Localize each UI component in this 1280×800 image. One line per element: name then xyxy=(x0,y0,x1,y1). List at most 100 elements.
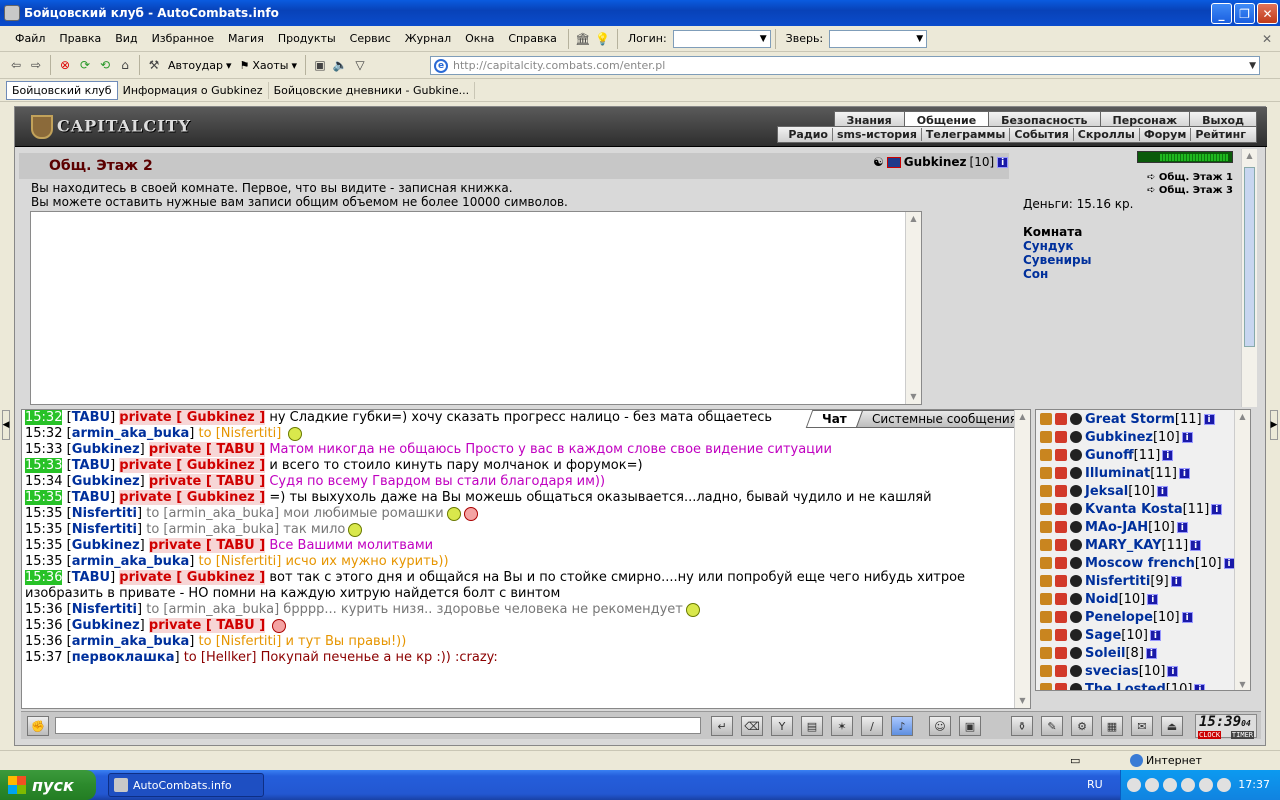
private-tag[interactable]: private [ Gubkinez ] xyxy=(119,490,266,505)
menu-edit[interactable]: Правка xyxy=(52,32,108,45)
fist-icon[interactable]: ✊ xyxy=(27,716,49,736)
to-recipient[interactable]: armin_aka_buka xyxy=(168,506,274,521)
souvenirs-link[interactable]: Сувениры xyxy=(1023,253,1092,267)
user-list-item[interactable]: Jeksal [10] i xyxy=(1036,482,1250,500)
image-icon[interactable]: ▣ xyxy=(959,716,981,736)
to-tag[interactable]: to [Nisfertiti] xyxy=(199,426,282,441)
beast-select[interactable]: ▼ xyxy=(829,29,928,48)
nick[interactable]: первоклашка xyxy=(72,650,175,665)
timestamp[interactable]: 15:36 xyxy=(25,602,62,617)
private-icon[interactable] xyxy=(1040,557,1052,569)
nick[interactable]: Nisfertiti xyxy=(72,522,137,537)
bulb-icon[interactable]: 💡 xyxy=(593,29,613,49)
tab-chat[interactable]: Чат xyxy=(806,410,864,428)
notebook-scrollbar[interactable]: ▲ ▼ xyxy=(905,212,921,404)
smiley-icon[interactable]: ☺ xyxy=(929,716,951,736)
info-icon[interactable]: i xyxy=(1194,683,1206,690)
nav-rating[interactable]: Рейтинг xyxy=(1191,128,1250,141)
tab-system-messages[interactable]: Системные сообщения xyxy=(855,410,1030,428)
menu-view[interactable]: Вид xyxy=(108,32,144,45)
to-tag[interactable]: to [armin_aka_buka] xyxy=(146,522,279,537)
refresh-all-icon[interactable]: ⟲ xyxy=(95,55,115,75)
private-icon[interactable] xyxy=(1040,503,1052,515)
private-tag[interactable]: private [ Gubkinez ] xyxy=(119,570,266,585)
to-recipient[interactable]: armin_aka_buka xyxy=(168,522,274,537)
info-icon[interactable]: i xyxy=(1170,575,1182,587)
image-icon[interactable]: ▣ xyxy=(310,55,330,75)
quill-icon[interactable]: ✎ xyxy=(1041,716,1063,736)
language-indicator[interactable]: RU xyxy=(1087,778,1103,791)
eraser-icon[interactable]: ⌫ xyxy=(741,716,763,736)
nick[interactable]: TABU xyxy=(72,410,110,425)
user-name[interactable]: The Losted xyxy=(1085,682,1166,691)
filter-icon[interactable]: Y xyxy=(771,716,793,736)
chat-input[interactable] xyxy=(55,717,701,734)
nav-telegrams[interactable]: Телеграммы xyxy=(922,128,1011,141)
task-autocombats[interactable]: AutoCombats.info xyxy=(108,773,264,797)
page-scrollbar[interactable]: ▲ xyxy=(1241,149,1257,407)
to-recipient[interactable]: armin_aka_buka xyxy=(168,602,274,617)
info-icon[interactable]: i xyxy=(1203,413,1215,425)
private-tag[interactable]: private [ Gubkinez ] xyxy=(119,410,266,425)
music-icon[interactable]: ♪ xyxy=(891,716,913,736)
private-icon[interactable] xyxy=(1040,485,1052,497)
tray-icon[interactable] xyxy=(1181,778,1195,792)
timestamp[interactable]: 15:36 xyxy=(25,618,62,633)
timestamp[interactable]: 15:36 xyxy=(25,570,63,585)
nick[interactable]: TABU xyxy=(72,570,110,585)
close-button[interactable]: ✕ xyxy=(1257,3,1278,24)
info-icon[interactable]: i xyxy=(1190,539,1202,551)
private-tag[interactable]: private [ TABU ] xyxy=(148,442,266,457)
private-icon[interactable] xyxy=(1040,431,1052,443)
sound-icon[interactable]: 🔈 xyxy=(330,55,350,75)
menu-favorites[interactable]: Избранное xyxy=(145,32,221,45)
timestamp[interactable]: 15:34 xyxy=(25,474,62,489)
menu-service[interactable]: Сервис xyxy=(343,32,398,45)
tools-icon[interactable]: ⚒ xyxy=(144,55,164,75)
user-name[interactable]: Kvanta Kosta xyxy=(1085,502,1183,517)
timestamp[interactable]: 15:32 xyxy=(25,410,63,425)
to-tag[interactable]: to [Nisfertiti] xyxy=(199,554,282,569)
to-recipient[interactable]: Nisfertiti xyxy=(221,634,276,649)
private-icon[interactable] xyxy=(1040,665,1052,677)
user-list-item[interactable]: svecias [10] i xyxy=(1036,662,1250,680)
tab-diaries[interactable]: Бойцовские дневники - Gubkine... xyxy=(269,82,476,99)
info-icon[interactable]: i xyxy=(1211,503,1223,515)
nick[interactable]: Gubkinez xyxy=(72,442,140,457)
tray-icon[interactable] xyxy=(1199,778,1213,792)
user-name[interactable]: Sage xyxy=(1085,628,1121,643)
user-list-item[interactable]: Penelope [10] i xyxy=(1036,608,1250,626)
timestamp[interactable]: 15:35 xyxy=(25,522,62,537)
to-tag[interactable]: to [armin_aka_buka] xyxy=(146,602,279,617)
right-collapse-arrow[interactable]: ▶ xyxy=(1270,410,1278,440)
info-icon[interactable]: i xyxy=(1156,485,1168,497)
menu-journal[interactable]: Журнал xyxy=(398,32,458,45)
left-collapse-arrow[interactable]: ◀ xyxy=(2,410,10,440)
private-recipient[interactable]: TABU xyxy=(216,538,255,553)
user-list-item[interactable]: MARY_KAY [11] i xyxy=(1036,536,1250,554)
user-name[interactable]: Illuminat xyxy=(1085,466,1150,481)
nick[interactable]: Gubkinez xyxy=(72,618,140,633)
to-tag[interactable]: to [armin_aka_buka] xyxy=(146,506,279,521)
fight-icon[interactable]: ✶ xyxy=(831,716,853,736)
tray-icon[interactable] xyxy=(1145,778,1159,792)
user-list-item[interactable]: Gubkinez [10] i xyxy=(1036,428,1250,446)
user-name[interactable]: svecias xyxy=(1085,664,1139,679)
user-name[interactable]: Great Storm xyxy=(1085,412,1175,427)
address-bar[interactable]: e http://capitalcity.combats.com/enter.p… xyxy=(430,56,1260,75)
user-list-item[interactable]: Soleil [8] i xyxy=(1036,644,1250,662)
user-name[interactable]: Moscow french xyxy=(1085,556,1195,571)
save-icon[interactable]: ▤ xyxy=(801,716,823,736)
nick[interactable]: Gubkinez xyxy=(72,538,140,553)
minimize-button[interactable]: _ xyxy=(1211,3,1232,24)
floor-1-link[interactable]: ➪ Общ. Этаж 1 xyxy=(1147,171,1233,184)
user-name[interactable]: Gubkinez xyxy=(904,155,967,169)
nick[interactable]: TABU xyxy=(72,490,110,505)
nav-radio[interactable]: Радио xyxy=(784,128,833,141)
info-icon[interactable]: i xyxy=(1147,593,1159,605)
tab-info[interactable]: Информация о Gubkinez xyxy=(118,82,269,99)
private-recipient[interactable]: Gubkinez xyxy=(186,458,255,473)
tray-icon[interactable] xyxy=(1163,778,1177,792)
to-tag[interactable]: to [Nisfertiti] xyxy=(199,634,282,649)
info-icon[interactable]: i xyxy=(997,156,1009,168)
